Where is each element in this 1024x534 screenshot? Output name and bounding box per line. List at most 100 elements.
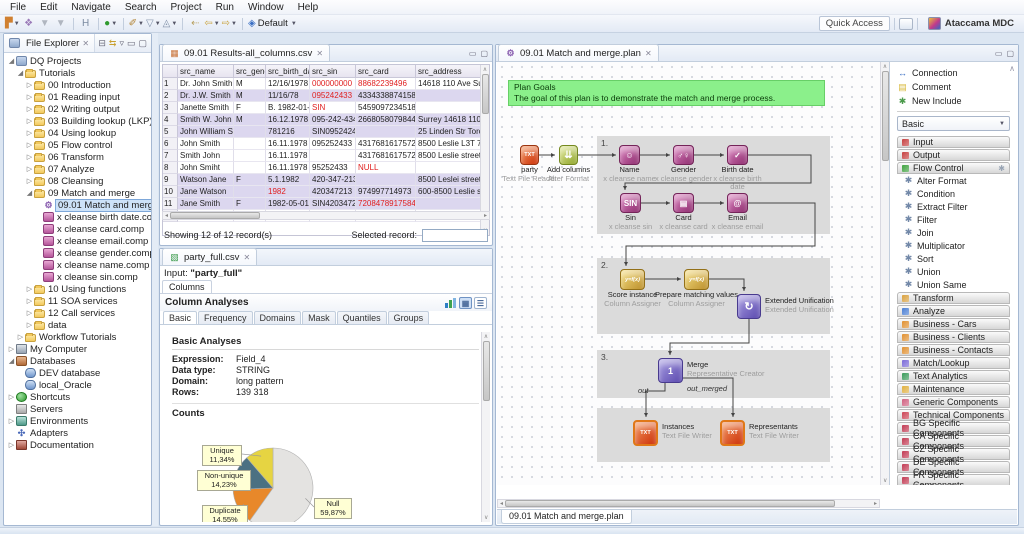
column-header[interactable]: src_address bbox=[416, 65, 485, 78]
node-name[interactable]: ☺ bbox=[619, 145, 640, 165]
palette-item-join[interactable]: ✱ Join bbox=[897, 226, 1010, 239]
quick-access-button[interactable]: Quick Access bbox=[818, 16, 890, 31]
new-plan-button[interactable]: ▽ ▼ bbox=[146, 16, 161, 31]
palette-item-union-same[interactable]: ✱ Union Same bbox=[897, 278, 1010, 291]
tree-item[interactable]: ▷ 08 Cleansing bbox=[4, 175, 151, 187]
maximize-icon[interactable]: ▢ bbox=[480, 49, 488, 58]
tree-item[interactable]: ▷ 10 Using functions bbox=[4, 283, 151, 295]
table-row[interactable]: 9 Watson Jane F 5.1.1982 420-347-213 8500 Les… bbox=[163, 174, 489, 186]
plan-canvas[interactable]: 1. 2. 3. Plan Goals The goal of this plan is… bbox=[497, 62, 880, 485]
palette-section-transform[interactable]: Transform bbox=[897, 292, 1010, 304]
type-hierarchy-button[interactable]: H bbox=[79, 16, 93, 31]
pin-icon[interactable]: ✱ bbox=[998, 164, 1005, 173]
tree-item[interactable]: ◢ DQ Projects bbox=[4, 55, 151, 67]
link-editor-icon[interactable]: ⇆ bbox=[109, 38, 117, 49]
tree-item[interactable]: ▷ My Computer bbox=[4, 343, 151, 355]
selected-record-input[interactable] bbox=[422, 228, 488, 242]
expand-icon[interactable]: ▷ bbox=[25, 81, 34, 89]
menu-navigate[interactable]: Navigate bbox=[64, 1, 117, 14]
tab-groups[interactable]: Groups bbox=[387, 311, 430, 324]
plan-bottom-tab[interactable]: 09.01 Match and merge.plan bbox=[501, 510, 632, 524]
tree-item[interactable]: x cleanse gender.comp bbox=[4, 247, 151, 259]
expand-icon[interactable]: ▷ bbox=[25, 285, 34, 293]
palette-section-text-analytics[interactable]: Text Analytics bbox=[897, 370, 1010, 382]
tree-item[interactable]: local_Oracle bbox=[4, 379, 151, 391]
file-explorer-tab[interactable]: File Explorer ✕ bbox=[4, 34, 96, 52]
palette-section-business-cars[interactable]: Business - Cars bbox=[897, 318, 1010, 330]
menu-window[interactable]: Window bbox=[241, 1, 291, 14]
open-resource-button[interactable]: ❖ bbox=[22, 16, 36, 31]
palette-item-multiplicator[interactable]: ✱ Multiplicator bbox=[897, 239, 1010, 252]
run-profile-button[interactable]: ● ▼ bbox=[104, 16, 118, 31]
forward-button[interactable]: ⇨ ▼ bbox=[222, 16, 237, 31]
table-row[interactable]: 7Smith John 16.11.1978 4317681617572828500… bbox=[163, 150, 489, 162]
collapse-icon[interactable]: ◢ bbox=[7, 57, 16, 65]
plan-horizontal-scrollbar[interactable]: ◂ ▸ bbox=[497, 499, 880, 508]
palette-section-output[interactable]: Output bbox=[897, 149, 1010, 161]
palette-item-extract-filter[interactable]: ✱ Extract Filter bbox=[897, 200, 1010, 213]
table-row[interactable]: 2 Dr. J.W. Smith M 11/16/78 095242433 4334338… bbox=[163, 90, 489, 102]
node-representants[interactable]: TXT bbox=[720, 420, 745, 446]
node-score-instance[interactable]: y=f(x) bbox=[620, 269, 645, 290]
collapse-icon[interactable]: ◢ bbox=[7, 357, 16, 365]
expand-icon[interactable]: ▷ bbox=[25, 93, 34, 101]
table-row[interactable]: 4 Smith W. John M 16.12.1978 095-242-434 2668… bbox=[163, 114, 489, 126]
expand-icon[interactable]: ▷ bbox=[16, 333, 25, 341]
chart-icon[interactable] bbox=[444, 297, 457, 309]
tree-item[interactable]: ◢ Tutorials bbox=[4, 67, 151, 79]
tree-item[interactable]: ✣ Adapters bbox=[4, 427, 151, 439]
tree-item[interactable]: x cleanse sin.comp bbox=[4, 271, 151, 283]
back-button[interactable]: ⇦ ▼ bbox=[204, 16, 219, 31]
tab-plan[interactable]: ⚙ 09.01 Match and merge.plan ✕ bbox=[498, 44, 659, 61]
tab-mask[interactable]: Mask bbox=[302, 311, 336, 324]
palette-tool-comment[interactable]: ▤ Comment bbox=[897, 80, 1010, 94]
node-merge[interactable]: 1 bbox=[658, 358, 683, 383]
view-menu-icon[interactable]: ▿ bbox=[119, 38, 124, 49]
palette-section-business-contacts[interactable]: Business - Contacts bbox=[897, 344, 1010, 356]
column-header[interactable]: src_gender bbox=[234, 65, 266, 78]
menu-run[interactable]: Run bbox=[209, 1, 241, 14]
table-row[interactable]: 1 Dr. John Smith M 12/16/1978 000000000 88682… bbox=[163, 78, 489, 90]
palette-tool-new-include[interactable]: ✱ New Include bbox=[897, 94, 1010, 108]
tree-item[interactable]: ▷ 05 Flow control bbox=[4, 139, 151, 151]
palette-section-maintenance[interactable]: Maintenance bbox=[897, 383, 1010, 395]
last-edit-button[interactable]: ⇠ bbox=[188, 16, 202, 31]
tab-party-full-csv[interactable]: ▧ party_full.csv ✕ bbox=[162, 248, 258, 265]
tree-item[interactable]: ⚙09.01 Match and merge.plan bbox=[4, 198, 151, 212]
tree-item[interactable]: ▷ Documentation bbox=[4, 439, 151, 451]
palette-tool-connection[interactable]: ↔ Connection bbox=[897, 66, 1010, 80]
menu-search[interactable]: Search bbox=[118, 1, 164, 14]
save-all-button[interactable]: ▼ bbox=[54, 16, 68, 31]
minimize-icon[interactable]: ▭ bbox=[995, 49, 1003, 58]
column-header[interactable]: src_card bbox=[356, 65, 416, 78]
collapse-icon[interactable]: ◢ bbox=[25, 189, 34, 197]
tree-item[interactable]: ▷ 12 Call services bbox=[4, 307, 151, 319]
save-button[interactable]: ▼ bbox=[38, 16, 52, 31]
expand-icon[interactable]: ▷ bbox=[25, 297, 34, 305]
tree-item[interactable]: ◢ Databases bbox=[4, 355, 151, 367]
expand-icon[interactable]: ▷ bbox=[7, 417, 16, 425]
palette-section-business-clients[interactable]: Business - Clients bbox=[897, 331, 1010, 343]
expand-icon[interactable]: ▷ bbox=[25, 129, 34, 137]
expand-icon[interactable]: ▷ bbox=[7, 441, 16, 449]
node-gender[interactable]: ♂♀ bbox=[673, 145, 694, 165]
tree-item[interactable]: ▷ 00 Introduction bbox=[4, 79, 151, 91]
node-instances[interactable]: TXT bbox=[633, 420, 658, 446]
tree-item[interactable]: Servers bbox=[4, 403, 151, 415]
close-icon[interactable]: ✕ bbox=[316, 49, 323, 58]
tree-item[interactable]: DEV database bbox=[4, 367, 151, 379]
tab-domains[interactable]: Domains bbox=[253, 311, 302, 324]
palette-item-sort[interactable]: ✱ Sort bbox=[897, 252, 1010, 265]
node-card[interactable]: ▤ bbox=[673, 193, 694, 213]
table-vertical-scrollbar[interactable]: ∧∨ bbox=[480, 65, 489, 235]
expand-icon[interactable]: ▷ bbox=[25, 321, 34, 329]
node-email[interactable]: @ bbox=[727, 193, 748, 213]
profile-vertical-scrollbar[interactable]: ∧ ∨ bbox=[481, 332, 490, 522]
default-config-combo[interactable]: ◈ Default ▼ bbox=[248, 16, 297, 31]
maximize-icon[interactable]: ▢ bbox=[1006, 49, 1014, 58]
table-row[interactable]: 3Janette SmithFB. 1982-01-05SIN545909723… bbox=[163, 102, 489, 114]
table-horizontal-scrollbar[interactable]: ◂ ▸ bbox=[162, 211, 490, 220]
open-perspective-icon[interactable] bbox=[898, 17, 913, 30]
tab-frequency[interactable]: Frequency bbox=[198, 311, 253, 324]
close-icon[interactable]: ✕ bbox=[645, 49, 652, 58]
